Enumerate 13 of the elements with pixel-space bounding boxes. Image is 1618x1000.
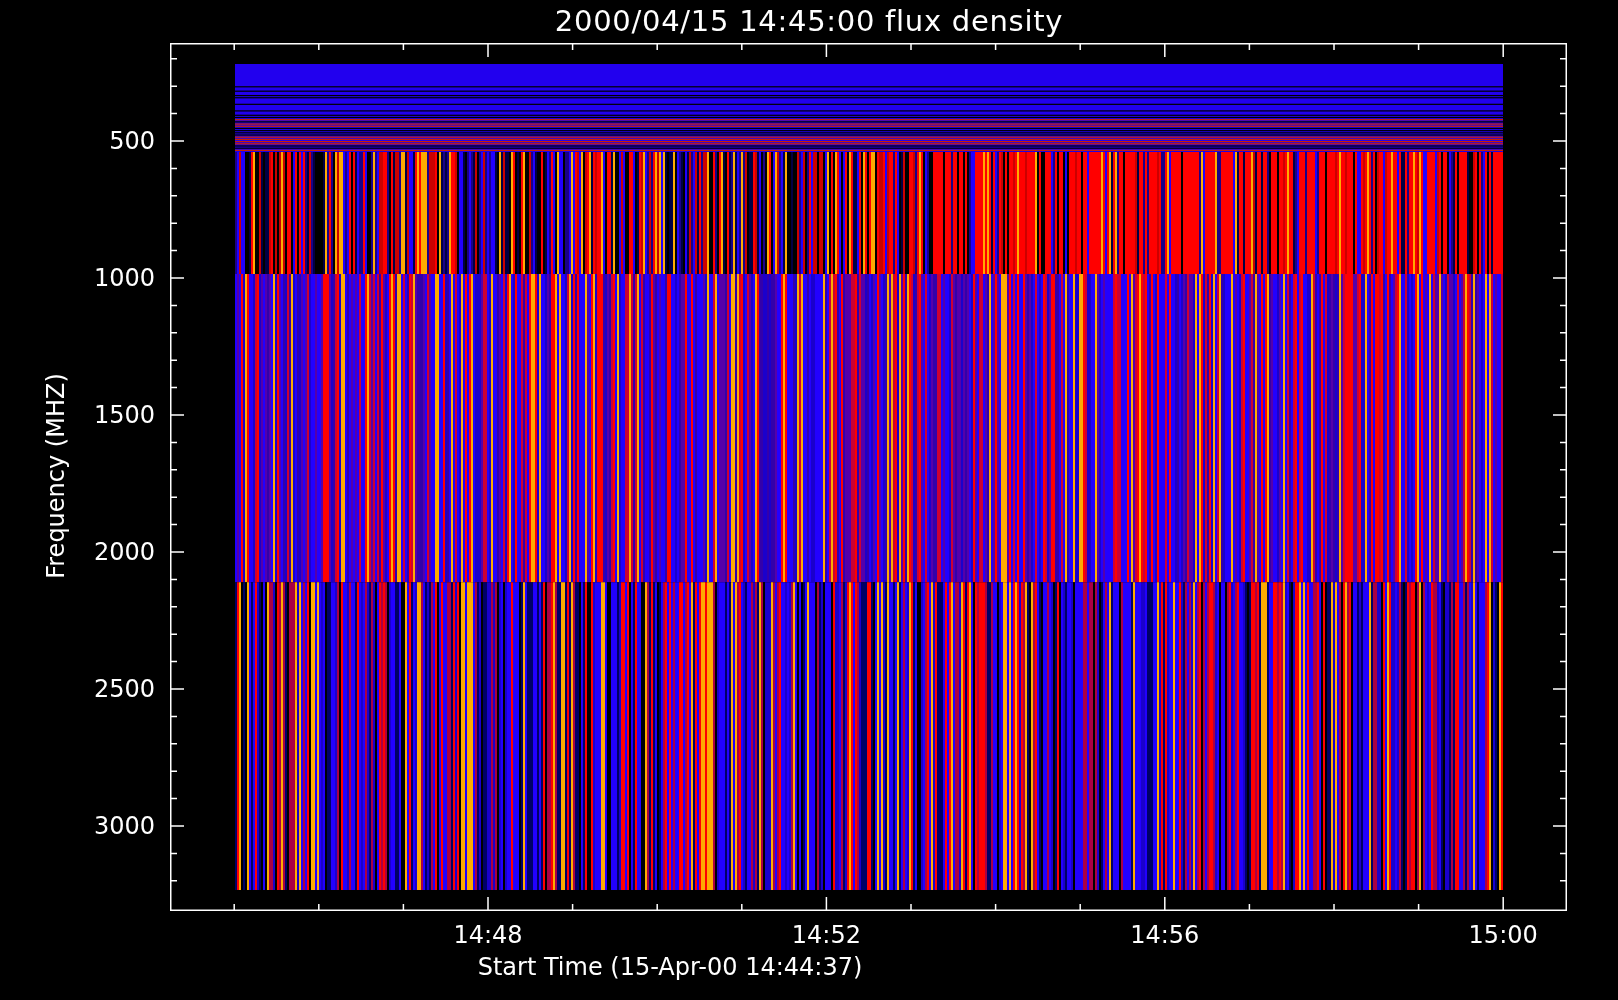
x-axis-label: Start Time (15-Apr-00 14:44:37) xyxy=(477,955,863,979)
chart-title: 2000/04/15 14:45:00 flux density xyxy=(554,7,1064,36)
y-tick-label: 500 xyxy=(109,129,155,153)
x-tick-label: 14:56 xyxy=(1130,923,1200,947)
x-tick-label: 14:52 xyxy=(791,923,861,947)
y-tick-label: 1000 xyxy=(93,266,155,290)
x-tick-label: 15:00 xyxy=(1468,923,1538,947)
y-tick-label: 3000 xyxy=(93,814,155,838)
x-tick-label: 14:48 xyxy=(453,923,523,947)
y-axis-label: Frequency (MHZ) xyxy=(44,373,68,579)
y-tick-label: 2500 xyxy=(93,677,155,701)
y-tick-label: 2000 xyxy=(93,540,155,564)
y-tick-label: 1500 xyxy=(93,403,155,427)
